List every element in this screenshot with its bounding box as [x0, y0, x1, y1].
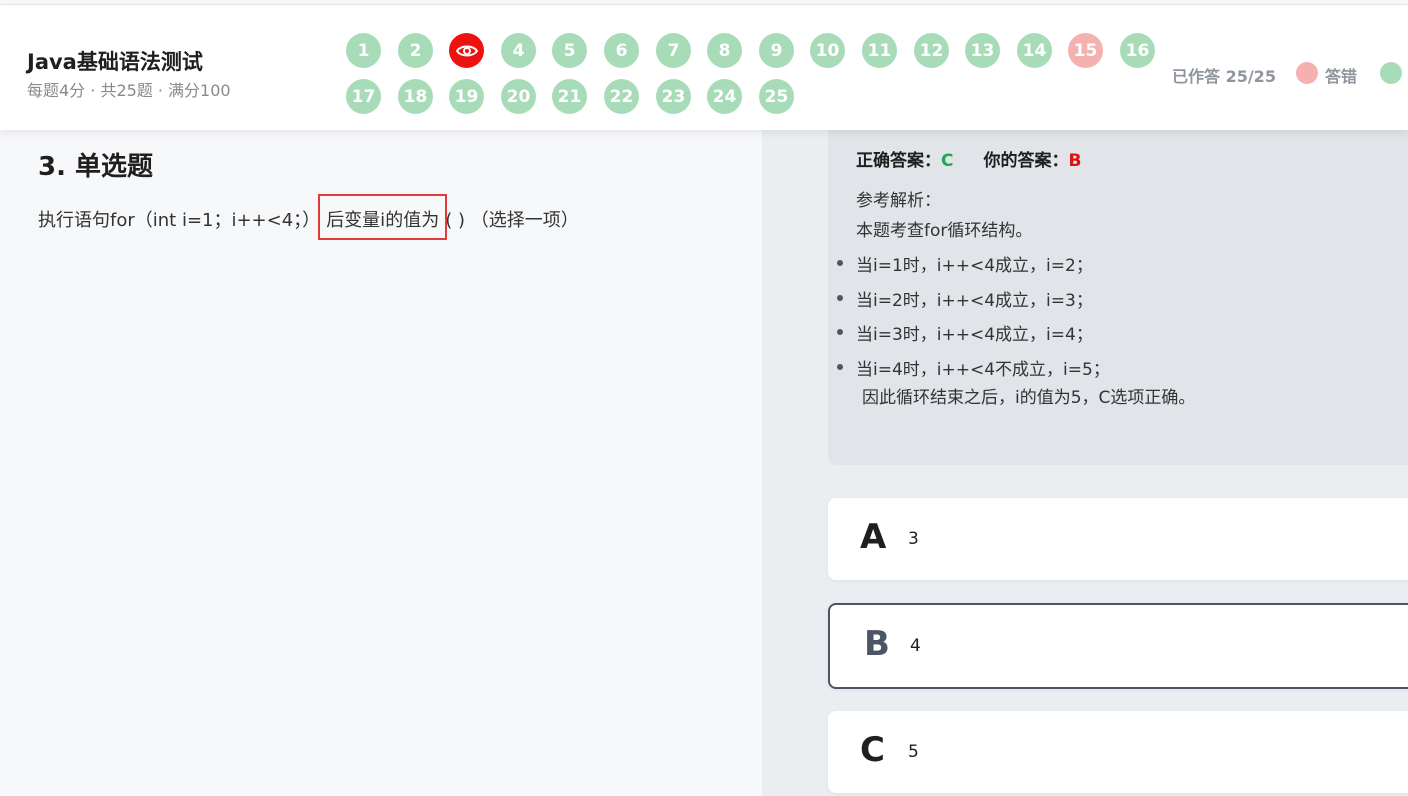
- question-nav-item[interactable]: 11: [862, 33, 897, 68]
- explanation-conclusion: 因此循环结束之后，i的值为5，C选项正确。: [862, 388, 1196, 408]
- question-nav-item[interactable]: 21: [552, 79, 587, 114]
- question-nav-item[interactable]: 5: [552, 33, 587, 68]
- question-nav-item[interactable]: 14: [1017, 33, 1052, 68]
- question-nav-item[interactable]: 17: [346, 79, 381, 114]
- option-text: 5: [908, 742, 919, 762]
- question-nav-item[interactable]: 10: [810, 33, 845, 68]
- correct-answer-label: 正确答案：: [856, 151, 941, 171]
- user-answer-value: B: [1068, 151, 1082, 171]
- question-nav-item[interactable]: 20: [501, 79, 536, 114]
- user-answer-label: 你的答案：: [983, 151, 1069, 171]
- answer-line: 正确答案：C 你的答案：B: [856, 146, 1081, 171]
- explanation-step: 当i=3时，i++<4成立，i=4；: [837, 320, 1110, 355]
- option-letter: A: [860, 517, 887, 557]
- question-nav-item[interactable]: 15: [1068, 33, 1103, 68]
- exam-subtitle: 每题4分 · 共25题 · 满分100: [27, 81, 231, 100]
- eye-icon: [455, 45, 478, 56]
- option-b[interactable]: B 4: [828, 603, 1408, 689]
- question-nav-item[interactable]: 25: [759, 79, 794, 114]
- question-nav-item[interactable]: 13: [965, 33, 1000, 68]
- explanation-steps: 当i=1时，i++<4成立，i=2； 当i=2时，i++<4成立，i=3； 当i…: [837, 251, 1110, 389]
- question-nav-item[interactable]: 23: [656, 79, 691, 114]
- question-pane: 3. 单选题 执行语句for（int i=1；i++<4；） 后变量i的值为( )…: [0, 130, 762, 796]
- stem-after: ( ) （选择一项）: [445, 210, 579, 231]
- answer-pane: 正确答案：C 你的答案：B 参考解析： 本题考查for循环结构。 当i=1时，i+…: [762, 126, 1408, 796]
- stem-before: 执行语句for（int i=1；i++<4；）: [38, 210, 321, 231]
- correct-answer-value: C: [941, 151, 954, 171]
- question-nav-item[interactable]: 7: [656, 33, 691, 68]
- question-nav-item[interactable]: 16: [1120, 33, 1155, 68]
- page: Java基础语法测试 每题4分 · 共25题 · 满分100 124567891…: [0, 0, 1408, 796]
- question-nav-item[interactable]: 18: [398, 79, 433, 114]
- question-nav-item[interactable]: 19: [449, 79, 484, 114]
- legend-correct-dot: [1380, 62, 1402, 84]
- question-title: 3. 单选题: [38, 152, 154, 182]
- legend-wrong-dot: [1296, 62, 1318, 84]
- option-text: 4: [910, 636, 921, 656]
- analysis-card: 正确答案：C 你的答案：B 参考解析： 本题考查for循环结构。 当i=1时，i+…: [828, 126, 1408, 465]
- question-nav-item[interactable]: 22: [604, 79, 639, 114]
- question-nav-item[interactable]: 1: [346, 33, 381, 68]
- option-letter: C: [860, 730, 885, 770]
- explanation-step: 当i=1时，i++<4成立，i=2；: [837, 251, 1110, 286]
- question-nav-item[interactable]: 24: [707, 79, 742, 114]
- question-nav-item[interactable]: 8: [707, 33, 742, 68]
- exam-title: Java基础语法测试: [27, 50, 203, 74]
- explanation-intro: 本题考查for循环结构。: [856, 221, 1033, 241]
- question-nav-item[interactable]: 9: [759, 33, 794, 68]
- question-stem: 执行语句for（int i=1；i++<4；） 后变量i的值为( ) （选择一项）: [38, 194, 579, 240]
- legend-wrong-label: 答错: [1325, 67, 1358, 86]
- option-text: 3: [908, 529, 919, 549]
- question-nav-item[interactable]: 4: [501, 33, 536, 68]
- explanation-heading: 参考解析：: [856, 191, 941, 211]
- question-nav-item[interactable]: 12: [914, 33, 949, 68]
- question-nav-item[interactable]: 2: [398, 33, 433, 68]
- explanation-step: 当i=2时，i++<4成立，i=3；: [837, 286, 1110, 321]
- option-letter: B: [864, 624, 890, 664]
- option-c[interactable]: C 5: [828, 711, 1408, 793]
- answered-count: 已作答 25/25: [1172, 67, 1276, 86]
- question-nav: 1 2 4 5 6 7 8 9 10 11 12 13 14 15 16 17 18 19 20 21 22 23 24 25: [346, 33, 1166, 119]
- question-nav-item[interactable]: 6: [604, 33, 639, 68]
- question-nav-current[interactable]: [449, 33, 484, 68]
- stem-highlight: 后变量i的值为: [318, 194, 448, 240]
- header: Java基础语法测试 每题4分 · 共25题 · 满分100 124567891…: [0, 4, 1408, 130]
- option-a[interactable]: A 3: [828, 498, 1408, 580]
